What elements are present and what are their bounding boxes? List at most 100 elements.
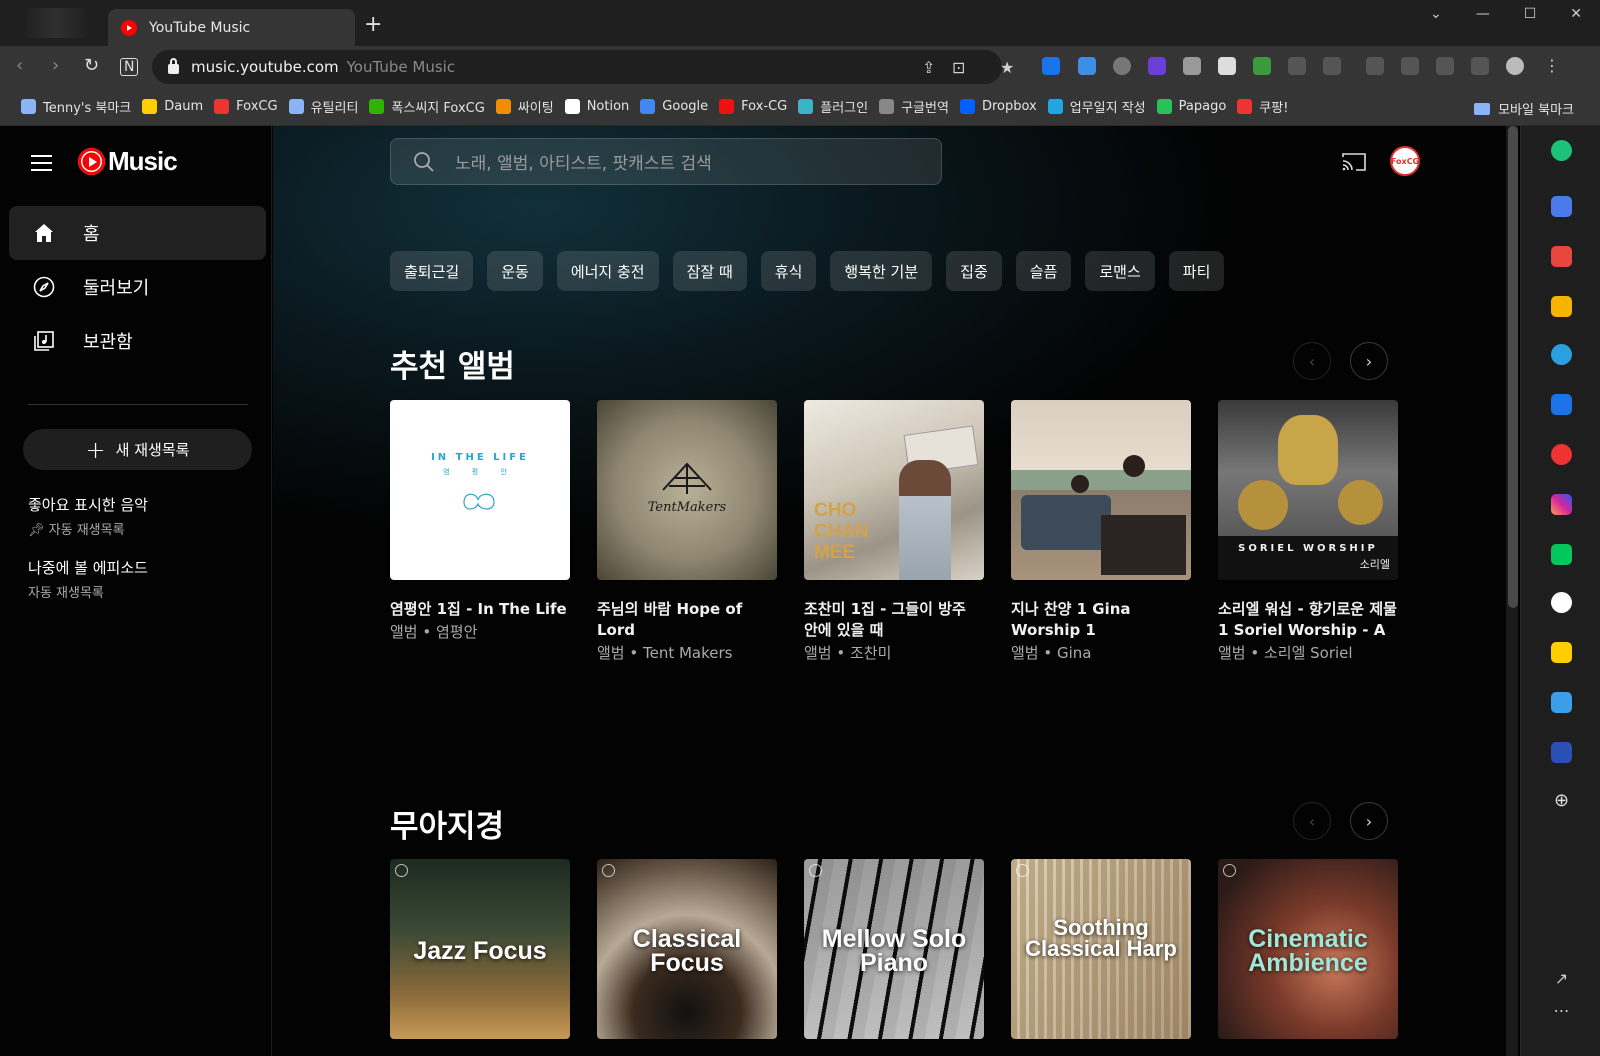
side-app-star-icon[interactable]	[1551, 296, 1572, 317]
nav-home[interactable]: 홈	[9, 206, 266, 260]
mood-chip[interactable]: 집중	[946, 251, 1002, 291]
album-title[interactable]: 지나 찬양 1 Gina Worship 1	[1011, 599, 1191, 641]
album-cover[interactable]: TentMakers	[597, 400, 777, 580]
playlist-cover[interactable]: Cinematic Ambience	[1218, 859, 1398, 1039]
mobile-bookmarks[interactable]: 모바일 북마크	[1474, 99, 1574, 118]
side-panel-icon[interactable]	[1471, 57, 1489, 75]
side-add-icon[interactable]: ⊕	[1551, 790, 1572, 811]
bookmark-item[interactable]: 싸이팅	[495, 97, 554, 116]
extension-camera-icon[interactable]	[1183, 57, 1201, 75]
shelf-prev-button[interactable]: ‹	[1293, 342, 1331, 380]
album-card[interactable]: TentMakers 주님의 바람 Hope of Lord 앨범 • Tent…	[597, 400, 777, 664]
bookmark-item[interactable]: Dropbox	[959, 97, 1037, 116]
bookmark-item[interactable]: Tenny's 북마크	[21, 97, 131, 116]
bookmark-item[interactable]: FoxCG	[214, 97, 278, 116]
side-app-naver-icon[interactable]	[1551, 544, 1572, 565]
side-external-link-icon[interactable]: ↗	[1551, 968, 1572, 989]
album-title[interactable]: 주님의 바람 Hope of Lord	[597, 599, 777, 641]
mood-chip[interactable]: 운동	[487, 251, 543, 291]
playlist-card[interactable]: Jazz Focus	[390, 859, 570, 1039]
nav-library[interactable]: 보관함	[9, 314, 266, 368]
youtube-music-logo[interactable]: Music	[78, 146, 178, 177]
shelf-prev-button[interactable]: ‹	[1293, 802, 1331, 840]
library-item-liked-music[interactable]: 좋아요 표시한 음악 📌︎ 자동 재생목록	[28, 494, 148, 538]
playlist-cover[interactable]: Mellow Solo Piano	[804, 859, 984, 1039]
scrollbar-thumb[interactable]	[1508, 126, 1518, 608]
extension-text-icon[interactable]	[1218, 57, 1236, 75]
bookmark-item[interactable]: 유틸리티	[288, 97, 358, 116]
mood-chip[interactable]: 슬픔	[1015, 251, 1072, 291]
bookmark-item[interactable]: 업무일지 작성	[1047, 97, 1146, 116]
side-app-notion-icon[interactable]	[1551, 742, 1572, 763]
bookmark-item[interactable]: 플러그인	[798, 97, 868, 116]
address-bar[interactable]: music.youtube.com YouTube Music ⇪ ⊡	[152, 50, 1002, 84]
mood-chip[interactable]: 행복한 기분	[830, 251, 933, 291]
browser-menu-icon[interactable]: ⋮	[1544, 56, 1560, 75]
profile-avatar-icon[interactable]	[1506, 57, 1524, 75]
side-app-instagram-icon[interactable]	[1551, 494, 1572, 515]
side-app-papago-icon[interactable]	[1551, 344, 1572, 365]
side-app-calendar-icon[interactable]	[1551, 196, 1572, 217]
extension-plant-icon[interactable]	[1253, 57, 1271, 75]
side-app-y-icon[interactable]	[1551, 394, 1572, 415]
playlist-cover[interactable]: Jazz Focus	[390, 859, 570, 1039]
album-cover[interactable]: SORIEL WORSHIP 소리엘	[1218, 400, 1398, 580]
side-app-daum-icon[interactable]	[1551, 642, 1572, 663]
mood-chip[interactable]: 에너지 충전	[556, 251, 659, 291]
new-tab-button[interactable]: +	[364, 14, 382, 36]
playlist-card[interactable]: Soothing Classical Harp	[1011, 859, 1191, 1039]
install-app-icon[interactable]: ⊡	[952, 58, 965, 77]
bookmark-item[interactable]: Papago	[1156, 97, 1226, 116]
side-app-foxcg-icon[interactable]	[1551, 444, 1572, 465]
extension-cursor-icon[interactable]	[1288, 57, 1306, 75]
shelf-next-button[interactable]: ›	[1350, 342, 1388, 380]
shelf-next-button[interactable]: ›	[1350, 802, 1388, 840]
forward-icon[interactable]: ›	[52, 55, 59, 76]
bookmark-item[interactable]: Notion	[564, 97, 629, 116]
side-more-icon[interactable]: ⋯	[1551, 1000, 1572, 1021]
extension-downloader-icon[interactable]	[1148, 57, 1166, 75]
close-window-icon[interactable]: ✕	[1570, 6, 1582, 22]
bookmark-item[interactable]: Google	[640, 97, 708, 116]
album-cover[interactable]: CHO CHAN MEE	[804, 400, 984, 580]
side-app-google-icon[interactable]	[1551, 592, 1572, 613]
minimize-icon[interactable]: —	[1476, 6, 1490, 22]
album-cover[interactable]	[1011, 400, 1191, 580]
playlist-card[interactable]: Classical Focus	[597, 859, 777, 1039]
side-app-stack-icon[interactable]	[1551, 692, 1572, 713]
screenshot-icon[interactable]	[1436, 57, 1454, 75]
downloads-icon[interactable]	[1366, 57, 1384, 75]
extension-download-icon[interactable]	[1078, 57, 1096, 75]
mood-chip[interactable]: 파티	[1168, 251, 1225, 291]
search-input[interactable]: 노래, 앨범, 아티스트, 팟캐스트 검색	[390, 138, 942, 185]
share-icon[interactable]: ⇪	[922, 58, 935, 77]
browser-tab[interactable]: YouTube Music	[108, 9, 355, 46]
side-app-pocket-icon[interactable]	[1551, 246, 1572, 267]
mood-chip[interactable]: 출퇴근길	[390, 251, 474, 291]
page-scrollbar[interactable]	[1506, 126, 1518, 1056]
album-cover[interactable]: IN THE LIFE 염 평 안	[390, 400, 570, 580]
album-card[interactable]: 지나 찬양 1 Gina Worship 1 앨범 • Gina	[1011, 400, 1191, 664]
extension-ublock-icon[interactable]	[1113, 57, 1131, 75]
nav-explore[interactable]: 둘러보기	[9, 260, 266, 314]
playlist-card[interactable]: Cinematic Ambience	[1218, 859, 1398, 1039]
playlist-cover[interactable]: Classical Focus	[597, 859, 777, 1039]
library-item-episodes-for-later[interactable]: 나중에 볼 에피소드 자동 재생목록	[28, 557, 148, 601]
tab-search-chevron-icon[interactable]: ⌄	[1430, 6, 1442, 22]
album-card[interactable]: SORIEL WORSHIP 소리엘 소리엘 워십 - 향기로운 제물 1 So…	[1218, 400, 1398, 664]
album-title[interactable]: 염평안 1집 - In The Life	[390, 599, 570, 620]
bookmark-item[interactable]: 쿠팡!	[1237, 97, 1288, 116]
cast-icon[interactable]	[1341, 152, 1367, 176]
mood-chip[interactable]: 로맨스	[1085, 251, 1155, 291]
bookmark-item[interactable]: 구글번역	[879, 97, 949, 116]
album-card[interactable]: IN THE LIFE 염 평 안 염평안 1집 - In The Life 앨…	[390, 400, 570, 643]
playlist-card[interactable]: Mellow Solo Piano	[804, 859, 984, 1039]
account-avatar[interactable]: FoxCG	[1390, 146, 1420, 176]
album-card[interactable]: CHO CHAN MEE 조찬미 1집 - 그들이 방주 안에 있을 때 앨범 …	[804, 400, 984, 664]
album-title[interactable]: 소리엘 워십 - 향기로운 제물 1 Soriel Worship - A	[1218, 599, 1398, 641]
maximize-icon[interactable]: ☐	[1524, 6, 1537, 22]
mood-chip[interactable]: 잠잘 때	[672, 251, 747, 291]
menu-icon[interactable]	[31, 155, 52, 171]
album-title[interactable]: 조찬미 1집 - 그들이 방주 안에 있을 때	[804, 599, 984, 641]
bookmark-item[interactable]: Fox-CG	[719, 97, 787, 116]
